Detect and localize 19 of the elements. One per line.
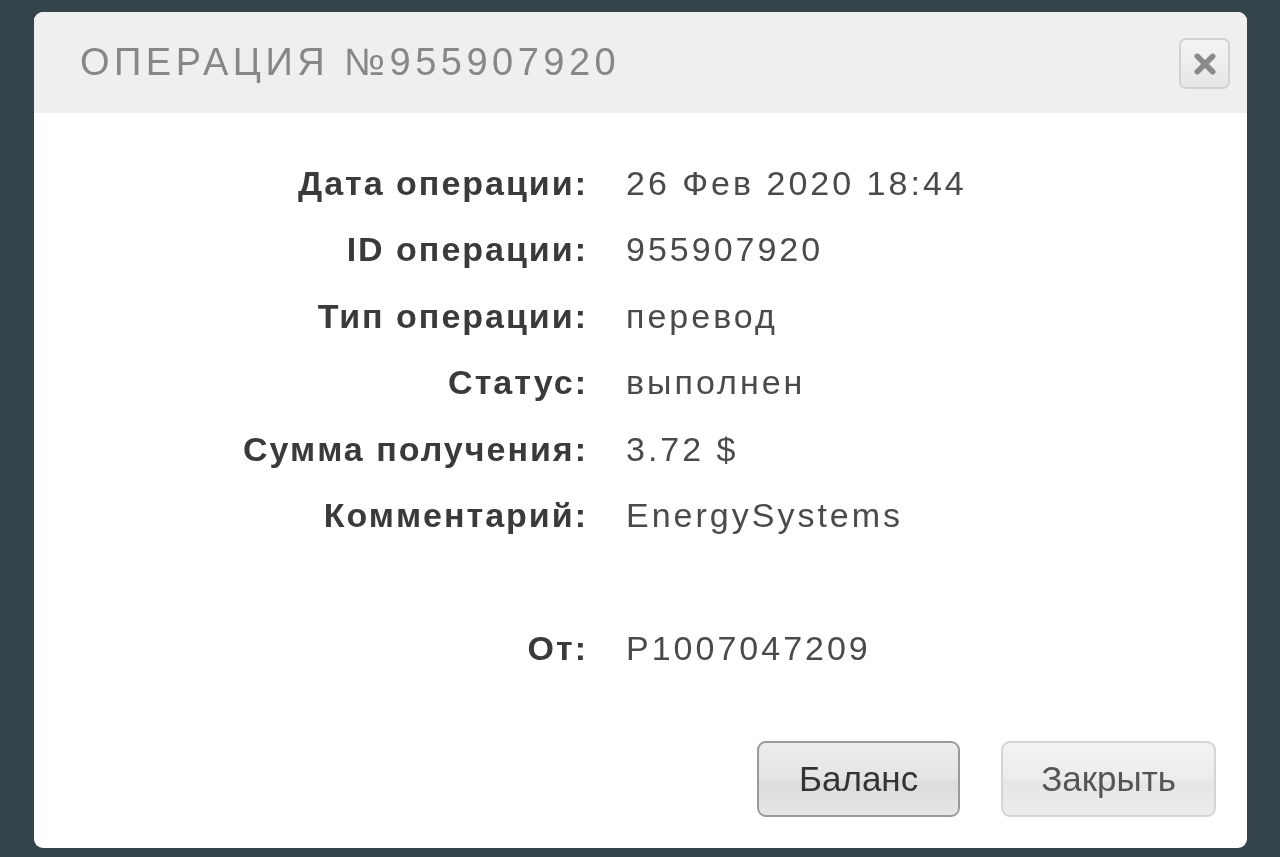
- field-value: 955907920: [626, 230, 824, 270]
- field-value: 3.72 $: [626, 429, 739, 469]
- field-label: Дата операции:: [297, 163, 588, 203]
- field-value: EnergySystems: [626, 496, 904, 536]
- field-label: Статус:: [448, 363, 588, 403]
- field-label: Комментарий:: [323, 496, 588, 536]
- field-value: перевод: [626, 296, 778, 336]
- close-button[interactable]: [1179, 38, 1230, 89]
- field-label: Тип операции:: [317, 296, 588, 336]
- field-label: Сумма получения:: [243, 429, 588, 469]
- close-dialog-button[interactable]: Закрыть: [1001, 741, 1216, 817]
- field-value: P1007047209: [626, 628, 871, 668]
- field-value: выполнен: [626, 363, 806, 403]
- field-label: ID операции:: [346, 230, 588, 270]
- dialog-title: ОПЕРАЦИЯ №955907920: [80, 41, 621, 84]
- close-icon: [1193, 52, 1216, 75]
- field-label: От:: [527, 628, 588, 668]
- field-value: 26 Фев 2020 18:44: [626, 163, 967, 203]
- balance-button[interactable]: Баланс: [757, 741, 961, 817]
